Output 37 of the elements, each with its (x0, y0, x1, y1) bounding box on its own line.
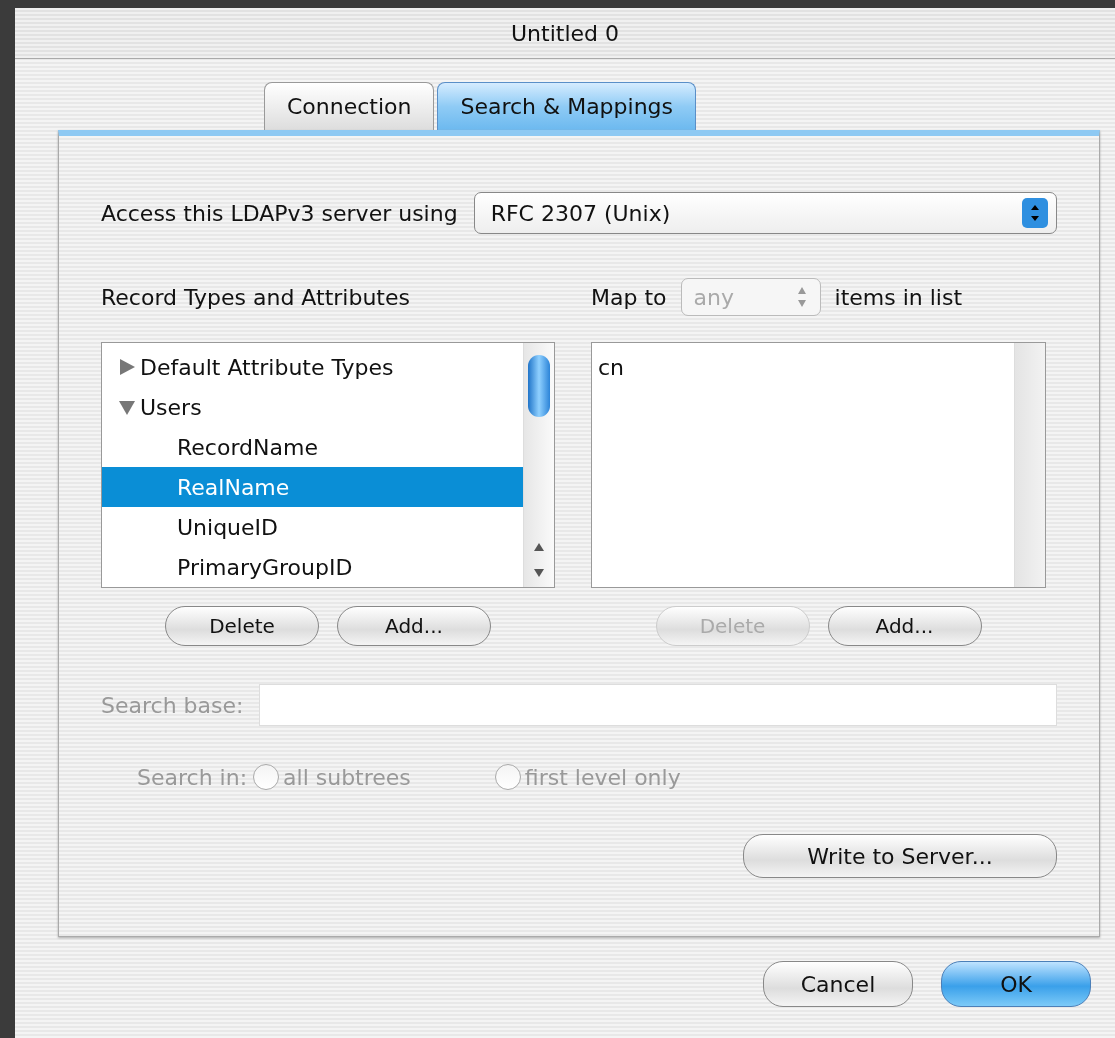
record-types-heading: Record Types and Attributes (101, 284, 410, 310)
tree-item-label: RecordName (177, 434, 318, 460)
scroll-up-icon[interactable] (532, 541, 546, 553)
tree-row[interactable]: Users (102, 387, 523, 427)
updown-arrows-icon (1022, 198, 1048, 228)
tree-row[interactable]: RealName (102, 467, 523, 507)
tree-row[interactable]: PrimaryGroupID (102, 547, 523, 587)
protocol-popup[interactable]: RFC 2307 (Unix) (473, 192, 1057, 234)
scroll-thumb[interactable] (528, 355, 550, 417)
right-triangle-icon[interactable] (118, 358, 136, 376)
tree-row[interactable]: Default Attribute Types (102, 347, 523, 387)
tree-item-label: UniqueID (177, 514, 279, 540)
search-in-label: Search in: (137, 764, 248, 790)
tab[interactable]: Connection (263, 82, 435, 130)
down-triangle-icon[interactable] (118, 398, 136, 416)
tree-item-label: Default Attribute Types (140, 354, 394, 380)
cancel-button[interactable]: Cancel (763, 961, 913, 1007)
tree-item-label: PrimaryGroupID (177, 554, 353, 580)
mapping-value: cn (598, 354, 625, 380)
window-title: Untitled 0 (511, 20, 619, 46)
ok-button[interactable]: OK (941, 961, 1091, 1007)
access-label: Access this LDAPv3 server using (101, 200, 458, 226)
radio-label: all subtrees (283, 764, 411, 790)
radio-label: first level only (524, 764, 681, 790)
tree-row[interactable]: UniqueID (102, 507, 523, 547)
list-button[interactable]: Delete (165, 606, 319, 646)
search-base-label: Search base: (101, 692, 244, 718)
map-to-label: Map to (591, 284, 667, 310)
tree-item-label: Users (140, 394, 202, 420)
items-in-list-label: items in list (834, 284, 963, 310)
tree-row[interactable]: RecordName (102, 427, 523, 467)
scroll-down-icon[interactable] (532, 567, 546, 579)
list-button[interactable]: Add... (337, 606, 491, 646)
tree-item-label: RealName (177, 474, 290, 500)
scrollbar[interactable] (523, 343, 554, 587)
tab[interactable]: Search & Mappings (437, 82, 697, 130)
write-to-server-button[interactable]: Write to Server... (743, 834, 1057, 878)
